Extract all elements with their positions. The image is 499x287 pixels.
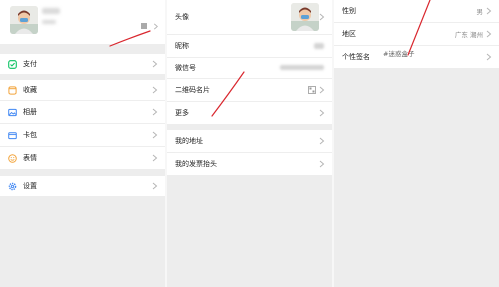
row-nickname[interactable]: 昵称	[167, 35, 332, 57]
row-label: 地区	[342, 30, 356, 38]
favorites-icon	[8, 85, 17, 95]
personal-info-page: 头像 昵称 微信号 二维码名片 更多 我的地址 我的发票抬头	[167, 0, 332, 287]
chevron-right-icon	[319, 137, 325, 145]
row-label: 昵称	[175, 42, 189, 50]
qr-code-icon[interactable]	[141, 23, 147, 29]
chevron-right-icon	[486, 53, 492, 61]
row-label: 头像	[175, 13, 189, 21]
chevron-right-icon	[486, 30, 492, 38]
profile-header[interactable]	[0, 0, 165, 44]
menu-item-label: 相册	[23, 108, 37, 116]
row-label: 个性签名	[342, 53, 370, 61]
row-label: 微信号	[175, 64, 196, 72]
chevron-right-icon	[152, 154, 158, 162]
chevron-right-icon	[486, 7, 492, 15]
menu-item-stickers[interactable]: 表情	[0, 147, 165, 169]
row-gender[interactable]: 性别 男	[334, 0, 499, 22]
cards-icon	[8, 131, 17, 139]
chevron-right-icon	[152, 86, 158, 94]
chevron-right-icon	[319, 109, 325, 117]
gender-value: 男	[476, 8, 484, 16]
menu-item-label: 支付	[23, 60, 37, 68]
chevron-right-icon	[153, 23, 158, 30]
nickname-redacted	[314, 43, 324, 49]
avatar-image	[10, 6, 38, 34]
chevron-right-icon	[319, 86, 325, 94]
settings-icon	[8, 182, 17, 190]
menu-item-settings[interactable]: 设置	[0, 176, 165, 196]
qr-code-icon	[308, 86, 316, 94]
row-qr-card[interactable]: 二维码名片	[167, 79, 332, 101]
row-label: 我的地址	[175, 137, 203, 145]
chevron-right-icon	[319, 13, 325, 21]
menu-item-pay[interactable]: 支付	[0, 54, 165, 74]
row-wechat-id[interactable]: 微信号	[167, 58, 332, 78]
signature-value: #迷惑盒子	[383, 50, 415, 58]
pay-icon	[8, 59, 17, 69]
avatar[interactable]	[291, 3, 319, 31]
menu-item-label: 收藏	[23, 86, 37, 94]
row-label: 更多	[175, 109, 189, 117]
avatar-image	[291, 3, 319, 31]
menu-item-cards[interactable]: 卡包	[0, 124, 165, 146]
menu-item-label: 表情	[23, 154, 37, 162]
chevron-right-icon	[319, 160, 325, 168]
row-label: 二维码名片	[175, 86, 210, 94]
row-label: 性别	[342, 7, 356, 15]
row-signature[interactable]: 个性签名 #迷惑盒子	[334, 46, 499, 68]
menu-item-album[interactable]: 相册	[0, 101, 165, 123]
menu-item-label: 设置	[23, 182, 37, 190]
chevron-right-icon	[152, 131, 158, 139]
menu-item-label: 卡包	[23, 131, 37, 139]
chevron-right-icon	[152, 60, 158, 68]
row-invoice-title[interactable]: 我的发票抬头	[167, 153, 332, 175]
chevron-right-icon	[152, 182, 158, 190]
wechat-id-redacted	[42, 20, 56, 24]
row-more[interactable]: 更多	[167, 102, 332, 124]
row-my-address[interactable]: 我的地址	[167, 130, 332, 152]
row-label: 我的发票抬头	[175, 160, 217, 168]
region-value: 广东 潮州	[454, 31, 483, 39]
avatar[interactable]	[10, 6, 38, 34]
more-info-page: 性别 男 地区 广东 潮州 个性签名 #迷惑盒子	[334, 0, 499, 287]
nickname-redacted	[42, 8, 60, 14]
sticker-icon	[8, 153, 17, 163]
album-icon	[8, 108, 17, 116]
row-region[interactable]: 地区 广东 潮州	[334, 23, 499, 45]
chevron-right-icon	[152, 108, 158, 116]
me-page: 支付 收藏 相册 卡包 表情 设置	[0, 0, 165, 287]
wechat-id-redacted	[280, 65, 324, 70]
row-avatar[interactable]: 头像	[167, 0, 332, 34]
menu-item-favorites[interactable]: 收藏	[0, 80, 165, 100]
